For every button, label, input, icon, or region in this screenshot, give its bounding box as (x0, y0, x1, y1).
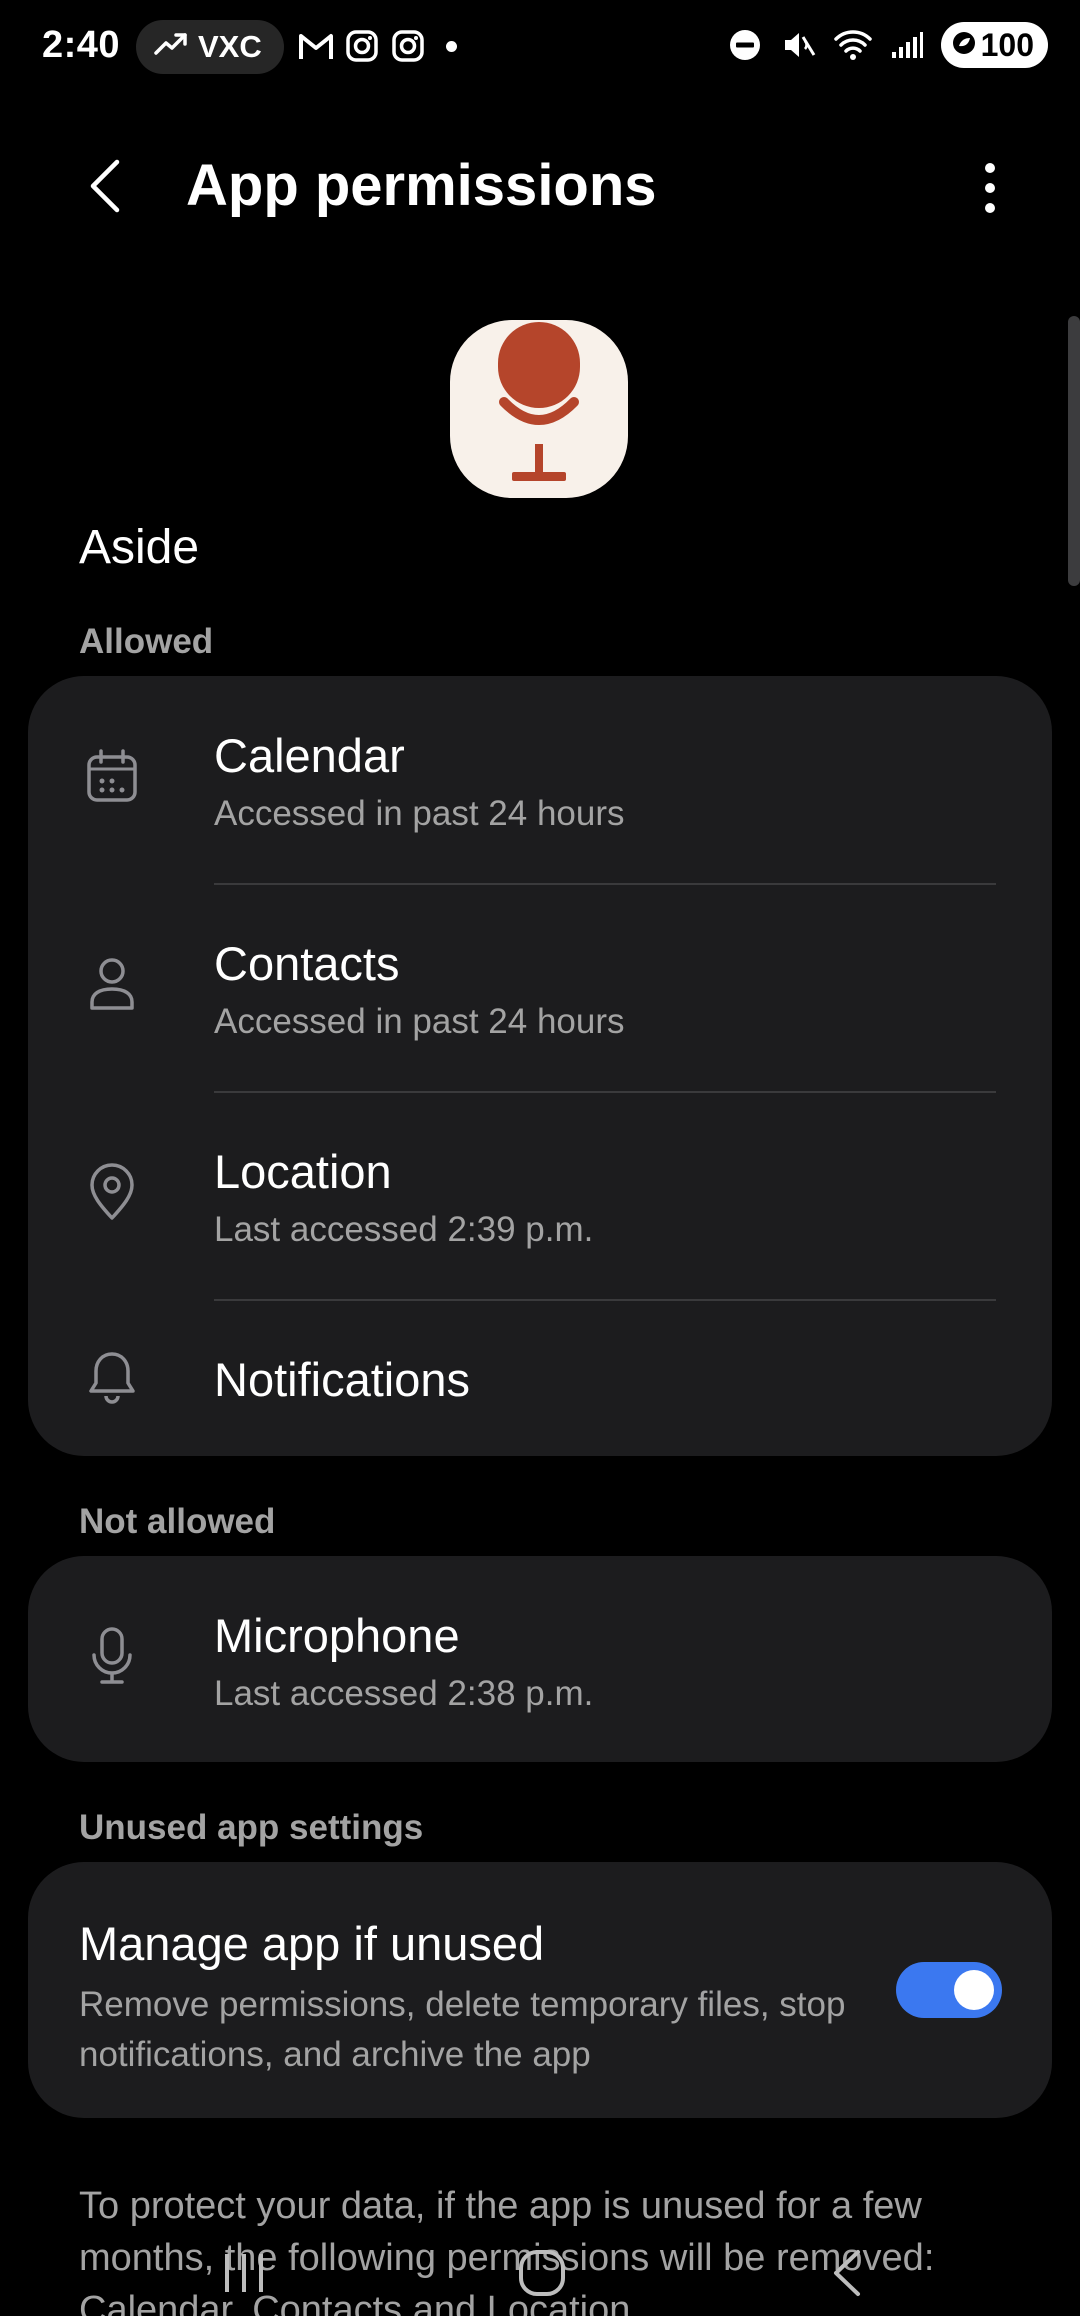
battery-indicator: 100 (940, 22, 1048, 68)
back-button[interactable] (70, 150, 140, 226)
app-bar: App permissions (0, 130, 1080, 250)
recent-apps-button[interactable] (204, 2240, 284, 2310)
permission-subtitle: Accessed in past 24 hours (214, 1002, 625, 1041)
mute-icon (779, 25, 819, 65)
unused-app-settings-card[interactable]: Manage app if unused Remove permissions,… (28, 1862, 1052, 2118)
section-label-unused: Unused app settings (79, 1808, 424, 1847)
battery-level: 100 (980, 26, 1034, 63)
section-label-allowed: Allowed (79, 622, 214, 661)
do-not-disturb-icon (725, 25, 765, 65)
more-vertical-icon (983, 162, 997, 219)
trend-label: VXC (198, 29, 262, 64)
toggle-knob (954, 1970, 994, 2010)
permission-title: Location (214, 1145, 392, 1198)
section-label-not-allowed: Not allowed (79, 1502, 276, 1541)
location-pin-icon (84, 1162, 140, 1222)
nav-back-button[interactable] (806, 2240, 886, 2310)
microphone-icon (84, 1626, 140, 1686)
manage-unused-toggle[interactable] (896, 1962, 1002, 2018)
navigation-bar (0, 2220, 1080, 2316)
person-icon (84, 954, 140, 1014)
permission-row-contacts[interactable]: Contacts Accessed in past 24 hours (28, 884, 1052, 1092)
permission-row-calendar[interactable]: Calendar Accessed in past 24 hours (28, 676, 1052, 884)
calendar-icon (84, 746, 140, 806)
system-status-icons: 100 (725, 22, 1048, 68)
bell-icon (84, 1348, 140, 1408)
notification-icons (298, 28, 457, 64)
permission-subtitle: Last accessed 2:39 p.m. (214, 1210, 594, 1249)
app-name: Aside (79, 521, 200, 574)
trending-up-icon (154, 29, 188, 65)
battery-saver-icon (951, 27, 977, 64)
manage-unused-description: Remove permissions, delete temporary fil… (79, 1985, 846, 2074)
page-title: App permissions (186, 153, 657, 218)
recent-apps-icon (219, 2250, 269, 2301)
manage-unused-title: Manage app if unused (79, 1917, 545, 1970)
signal-icon (887, 25, 927, 65)
permission-subtitle: Last accessed 2:38 p.m. (214, 1674, 594, 1713)
chevron-left-icon (87, 158, 123, 219)
scrollbar[interactable] (1068, 316, 1080, 586)
wifi-icon (833, 25, 873, 65)
gmail-icon (298, 28, 334, 64)
permission-row-microphone[interactable]: Microphone Last accessed 2:38 p.m. (28, 1556, 1052, 1762)
status-time: 2:40 (42, 24, 121, 66)
allowed-permissions-card: Calendar Accessed in past 24 hours Conta… (28, 676, 1052, 1456)
permission-title: Calendar (214, 729, 405, 782)
status-bar: 2:40 VXC 100 (0, 0, 1080, 96)
instagram-icon (390, 28, 426, 64)
instagram-icon (344, 28, 380, 64)
permission-title: Microphone (214, 1609, 460, 1662)
permission-row-notifications[interactable]: Notifications (28, 1300, 1052, 1456)
app-permissions-screen: 2:40 VXC 100 App permissions Aside Allow… (0, 0, 1080, 2316)
permission-subtitle: Accessed in past 24 hours (214, 794, 625, 833)
more-options-button[interactable] (960, 154, 1020, 226)
permission-row-location[interactable]: Location Last accessed 2:39 p.m. (28, 1092, 1052, 1300)
more-notifications-dot (446, 40, 457, 52)
trend-pill[interactable]: VXC (136, 20, 284, 74)
app-icon (450, 320, 628, 498)
chevron-left-icon (828, 2248, 864, 2303)
home-icon (517, 2248, 567, 2303)
not-allowed-permissions-card: Microphone Last accessed 2:38 p.m. (28, 1556, 1052, 1762)
permission-title: Contacts (214, 937, 400, 990)
home-button[interactable] (502, 2240, 582, 2310)
permission-title: Notifications (214, 1353, 470, 1406)
